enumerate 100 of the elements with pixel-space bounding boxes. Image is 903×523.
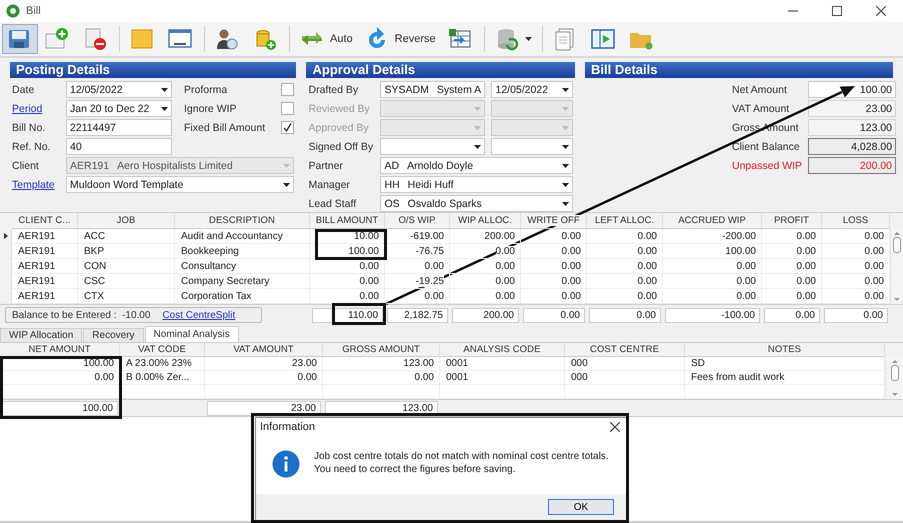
table-cell: 100.00 [663,244,762,259]
field-label: Bill No. [12,122,46,134]
total-cell: 110.00 [312,308,383,322]
column-header[interactable]: O/S WIP [385,213,450,229]
date-field[interactable] [491,100,573,117]
column-header[interactable]: VAT AMOUNT [205,343,323,357]
close-icon [610,422,620,432]
row-header[interactable] [0,229,12,244]
dropdown-field[interactable]: Jan 20 to Dec 22 [66,100,172,117]
readonly-field: 4,028.00 [808,138,896,155]
dropdown-caret-icon[interactable] [283,182,290,186]
dropdown-field[interactable]: Muldoon Word Template [66,176,294,193]
input-field[interactable]: 40 [66,138,172,155]
field-label: Manager [308,178,351,190]
column-header[interactable]: ANALYSIS CODE [440,343,565,357]
input-field[interactable]: 22114497 [66,119,172,136]
total-cell: 200.00 [452,308,519,322]
field-label: Lead Staff [308,198,358,210]
field-label: Reviewed By [308,102,371,114]
field-link[interactable]: Period [12,102,60,114]
table-cell: 10.00 [310,229,385,244]
dropdown-caret-icon[interactable] [562,182,569,186]
date-field[interactable]: 12/05/2022 [491,81,573,98]
dropdown-field[interactable] [380,119,486,136]
table-cell: 0.00 [762,274,822,289]
total-cell: 0.00 [764,308,820,322]
dropdown-caret-icon[interactable] [161,88,168,92]
table-cell: 0.00 [450,244,521,259]
toolbar-button[interactable]: Reverse [360,24,441,54]
dropdown-caret-icon[interactable] [562,164,569,168]
checkbox[interactable] [281,121,294,134]
dropdown-field[interactable]: HH Heidi Huff [380,176,573,193]
field-label: Approved By [308,122,370,134]
table-cell: 0.00 [822,244,890,259]
column-header[interactable]: ACCRUED WIP [663,213,762,229]
scroll-up-icon[interactable] [894,232,900,235]
toolbar-button[interactable] [2,24,38,54]
field-label: Drafted By [308,84,360,96]
scrollbar[interactable] [885,357,903,399]
table-cell: 0.00 [205,371,323,385]
dropdown-caret-icon[interactable] [161,106,168,110]
checkbox[interactable] [281,83,294,96]
checkbox-label: Fixed Bill Amount [183,122,266,134]
table-cell: AER191 [12,229,78,244]
table-cell: 0.00 [0,371,120,385]
table-cell: 0.00 [521,244,587,259]
scroll-down-icon[interactable] [894,298,900,301]
column-header[interactable]: LOSS [822,213,890,229]
date-field[interactable] [491,138,573,155]
dropdown-caret-icon[interactable] [562,144,569,148]
add-icon [45,27,69,51]
column-header[interactable]: DESCRIPTION [175,213,310,229]
dropdown-caret-icon[interactable] [562,202,569,206]
table-cell: 0.00 [822,259,890,274]
table-cell: -619.00 [385,229,450,244]
date-field[interactable] [491,119,573,136]
column-header[interactable]: NET AMOUNT [0,343,120,357]
dropdown-caret-icon[interactable] [562,88,569,92]
tab[interactable]: WIP Allocation [0,328,82,342]
checkbox[interactable] [281,102,294,115]
column-header[interactable]: NOTES [685,343,885,357]
column-header[interactable]: COST CENTRE [565,343,685,357]
scroll-up-icon[interactable] [892,360,898,363]
input-field[interactable]: 100.00 [808,81,896,98]
column-header[interactable]: GROSS AMOUNT [323,343,440,357]
scrollbar-thumb[interactable] [890,365,898,381]
dialog-message: Job cost centre totals do not match with nominal cost centre totals. [314,451,610,462]
scrollbar[interactable] [890,229,903,304]
table-cell: 0.00 [762,244,822,259]
total-cell: 0.00 [589,308,661,322]
table-cell: Company Secretary [175,274,310,289]
cost-centre-split-link[interactable]: Cost CentreSplit [162,310,236,320]
ok-button[interactable]: OK [548,499,614,515]
field-label: Client [12,160,40,172]
column-header[interactable]: VAT CODE [120,343,205,357]
table-cell: 100.00 [0,357,120,371]
app-logo-icon [6,4,20,18]
dropdown-caret-icon[interactable] [474,144,482,148]
column-header[interactable]: JOB [78,213,175,229]
panel-header: Posting Details [10,62,296,78]
dropdown-field[interactable]: AD Arnoldo Doyle [380,157,573,174]
dropdown-field[interactable] [380,138,486,155]
table-cell: 0001 [440,371,565,385]
table-cell: 0.00 [323,371,440,385]
highlight-frame [315,229,387,260]
tab[interactable]: Recovery [83,328,144,342]
field-link[interactable]: Template [12,178,60,190]
dropdown-field[interactable]: SYSADM System A [380,81,486,98]
dropdown-field[interactable] [380,100,486,117]
dropdown-field[interactable]: 12/05/2022 [66,81,172,98]
scroll-down-icon[interactable] [892,393,898,396]
column-header[interactable]: PROFIT [762,213,822,229]
total-cell: 2,182.75 [387,308,448,322]
checkbox-label: Proforma [183,84,228,96]
close-button[interactable] [608,420,622,434]
scrollbar-thumb[interactable] [893,237,901,253]
table-cell: 0.00 [822,229,890,244]
tab[interactable]: Nominal Analysis [144,326,239,342]
toolbar-button[interactable]: Auto [295,24,358,54]
dropdown-field[interactable]: OS Osvaldo Sparks [380,195,573,212]
